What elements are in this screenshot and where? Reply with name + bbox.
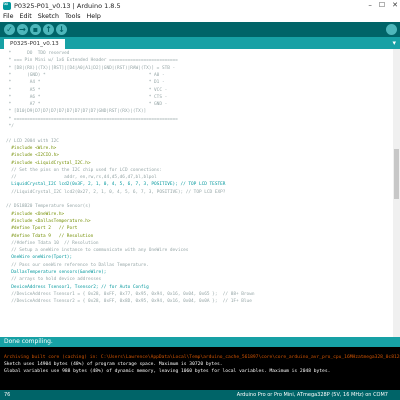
- menu-tools[interactable]: Tools: [62, 12, 84, 22]
- verify-button[interactable]: ✓: [4, 24, 15, 35]
- code-line[interactable]: #define Tport 2 // Port: [6, 226, 77, 232]
- code-line[interactable]: //DeviceAddress Tsensor1 = { 0x28, 0xFF,…: [6, 292, 254, 298]
- tab-sketch[interactable]: P0325-P01_v0.13: [4, 39, 65, 49]
- maximize-button[interactable]: ☐: [379, 1, 385, 9]
- tab-menu-icon[interactable]: ▾: [392, 39, 396, 47]
- scrollbar-thumb[interactable]: [394, 149, 399, 199]
- title-bar: P0325-P01_v0.13 | Arduino 1.8.5 – ☐ ✕: [0, 0, 400, 12]
- bottom-status-bar: 76 Arduino Pro or Pro Mini, ATmega328P (…: [0, 390, 400, 400]
- menu-file[interactable]: File: [0, 12, 17, 22]
- serial-monitor-icon[interactable]: [386, 24, 397, 35]
- close-button[interactable]: ✕: [392, 1, 398, 9]
- code-line[interactable]: * ======================================…: [6, 117, 178, 123]
- code-line[interactable]: #include <Wire.h>: [6, 146, 56, 152]
- code-line[interactable]: DallasTemperature sensors(&oneWire);: [6, 270, 106, 276]
- code-line[interactable]: * === Pin Mini w/ 1x6 Extended Header ==…: [6, 58, 178, 64]
- code-line[interactable]: * A6 * * CTS -: [6, 95, 168, 101]
- code-line[interactable]: // arrays to hold device addresses: [6, 277, 101, 283]
- toolbar: ✓ → ▪ ↑ ↓: [0, 22, 400, 37]
- console-line: Sketch uses 14904 bytes (48%) of program…: [4, 362, 223, 367]
- line-number: 76: [4, 392, 11, 398]
- code-line[interactable]: LiquidCrystal_I2C lcd2(0x3F, 2, 1, 0, 4,…: [6, 182, 225, 188]
- window-title: P0325-P01_v0.13 | Arduino 1.8.5: [14, 2, 121, 10]
- code-line[interactable]: * A4 * * D1 -: [6, 80, 165, 86]
- code-line[interactable]: // Setup a oneWire instance to communica…: [6, 248, 188, 254]
- minimize-button[interactable]: –: [368, 1, 372, 9]
- code-line[interactable]: // LCD 2004 with I2C: [6, 139, 59, 145]
- console-output: Archiving built core (caching) in: C:\Us…: [0, 347, 400, 390]
- code-line[interactable]: OneWire oneWire(Tport);: [6, 255, 72, 261]
- open-button[interactable]: ↑: [43, 24, 54, 35]
- code-line[interactable]: // Set the pins on the I2C chip used for…: [6, 168, 162, 174]
- menu-help[interactable]: Help: [83, 12, 103, 22]
- code-line[interactable]: * A7 * * GND -: [6, 102, 168, 108]
- arduino-logo-icon: [3, 0, 11, 10]
- tab-bar: P0325-P01_v0.13 ▾: [0, 37, 400, 49]
- code-line[interactable]: #define Tdata 9 // Resolution: [6, 234, 93, 240]
- code-line[interactable]: //LiquidCrystal_I2C lcd2(0x27, 2, 1, 0, …: [6, 190, 225, 196]
- editor-scrollbar[interactable]: [393, 49, 400, 337]
- code-line[interactable]: //DeviceAddress Tsensor2 = { 0x28, 0xFF,…: [6, 299, 252, 305]
- code-line[interactable]: #include <OneWire.h>: [6, 212, 64, 218]
- code-line[interactable]: #include <LiquidCrystal_I2C.h>: [6, 161, 90, 167]
- code-line[interactable]: * DO TDO reserved: [6, 51, 70, 57]
- code-editor[interactable]: * DO TDO reserved * === Pin Mini w/ 1x6 …: [0, 49, 393, 337]
- menu-bar: File Edit Sketch Tools Help: [0, 12, 400, 22]
- code-line[interactable]: * [D8|(RX)|(TX)|[RST]|[D4|A0|A1|D2]|GND|…: [6, 66, 176, 72]
- console-line: Archiving built core (caching) in: C:\Us…: [4, 355, 400, 360]
- save-button[interactable]: ↓: [56, 24, 67, 35]
- code-line[interactable]: #include <DallasTemperature.h>: [6, 219, 90, 225]
- code-line[interactable]: DeviceAddress Tsensor1, Tsensor2; // for…: [6, 285, 148, 291]
- board-info: Arduino Pro or Pro Mini, ATmega328P (5V,…: [236, 392, 388, 398]
- code-line[interactable]: //#define Tdata 10 // Resolution: [6, 241, 98, 247]
- new-button[interactable]: ▪: [30, 24, 41, 35]
- menu-edit[interactable]: Edit: [17, 12, 35, 22]
- window-controls: – ☐ ✕: [368, 1, 398, 9]
- code-line[interactable]: */: [6, 124, 14, 130]
- code-line[interactable]: // DS18B20 Temperature Sensor(s): [6, 204, 91, 210]
- code-line[interactable]: // addr, en,rw,rs,d4,d5,d6,d7,bl,blpol: [6, 175, 156, 181]
- code-line[interactable]: // Pass our oneWire reference to Dallas …: [6, 263, 148, 269]
- code-line[interactable]: #include <I2CIO.h>: [6, 153, 59, 159]
- status-bar: Done compiling.: [0, 337, 400, 347]
- code-line[interactable]: * (GND) * * A0 -: [6, 73, 165, 79]
- console-line: Global variables use 988 bytes (48%) of …: [4, 369, 331, 374]
- code-line[interactable]: * A5 * * VCC -: [6, 88, 168, 94]
- menu-sketch[interactable]: Sketch: [35, 12, 62, 22]
- upload-button[interactable]: →: [17, 24, 28, 35]
- code-line[interactable]: * [D10|D9|D7|D7|D7|D7|D7|D7|D7|D7|GND|RS…: [6, 109, 149, 115]
